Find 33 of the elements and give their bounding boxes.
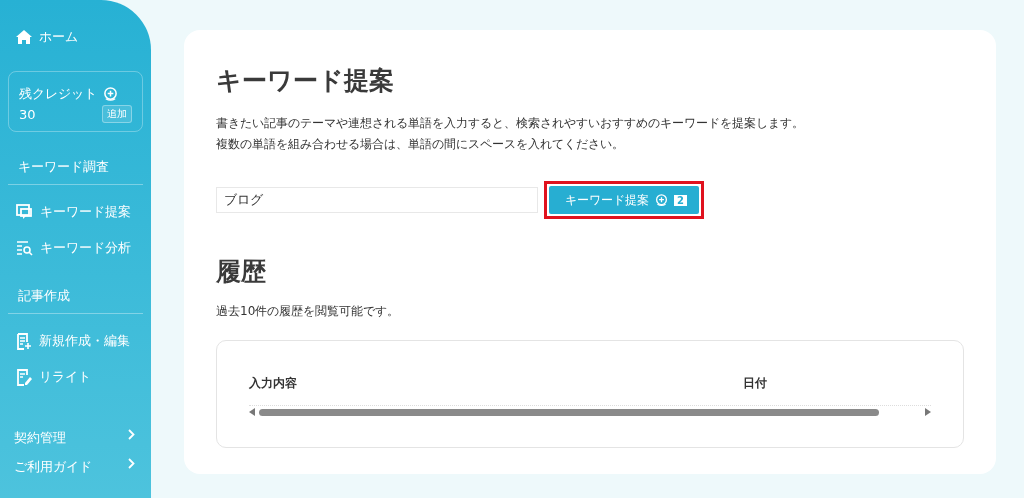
nav-item[interactable]: 新規作成・編集 [39, 332, 130, 350]
plus-coin-icon [655, 193, 668, 207]
nav-link[interactable]: ご利用ガイド [14, 458, 92, 476]
chevron-right-icon [128, 429, 135, 440]
nav-link[interactable]: 契約管理 [14, 429, 66, 447]
page-title: キーワード提案 [216, 65, 395, 97]
scroll-left-icon[interactable] [249, 408, 255, 416]
add-credit-button[interactable]: 追加 [102, 105, 132, 123]
section-title: 履歴 [216, 256, 267, 288]
column-header: 入力内容 [249, 375, 298, 392]
section-heading: 記事作成 [8, 287, 143, 314]
credit-label: 残クレジット [19, 85, 97, 103]
column-header: 日付 [743, 375, 768, 392]
list-search-icon [16, 240, 33, 256]
chat-icon [16, 204, 33, 220]
nav-item[interactable]: キーワード分析 [40, 239, 131, 257]
chevron-right-icon [128, 458, 135, 469]
nav-item[interactable]: リライト [39, 368, 91, 386]
document-plus-icon [16, 332, 32, 350]
home-icon [16, 30, 32, 44]
scrollbar-thumb[interactable] [259, 408, 879, 416]
home-link[interactable]: ホーム [39, 28, 78, 46]
keyword-input[interactable]: ブログ [216, 187, 538, 213]
description: 書きたい記事のテーマや連想される単語を入力すると、検索されやすいおすすめのキーワードを提案します。 複数の単語を組み合わせる場合は、単語の間にスペースを入れてください。 [216, 115, 805, 153]
section-heading: キーワード調査 [8, 158, 143, 185]
history-note: 過去10件の履歴を閲覧可能です。 [216, 303, 401, 320]
scroll-right-icon[interactable] [925, 408, 931, 416]
nav-item[interactable]: キーワード提案 [40, 203, 131, 221]
credit-count: 30 [19, 106, 36, 122]
cost-badge: 2 [674, 194, 687, 206]
suggest-button[interactable]: キーワード提案 2 [549, 186, 699, 214]
document-pen-icon [16, 368, 32, 386]
plus-coin-icon [103, 86, 118, 102]
